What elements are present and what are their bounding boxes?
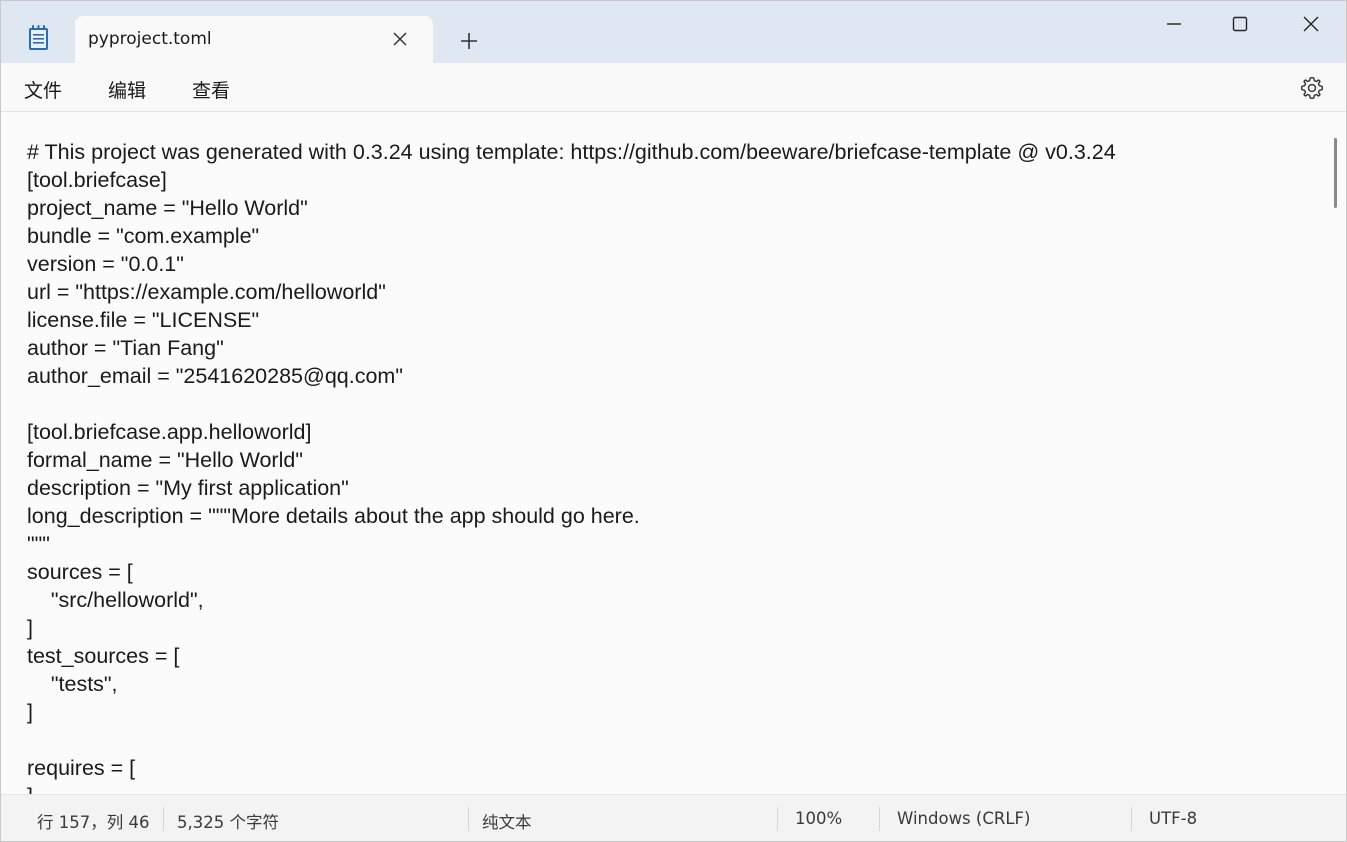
minimize-icon[interactable]: [1159, 11, 1189, 37]
code-line[interactable]: long_description = """More details about…: [27, 502, 1116, 530]
status-zoom[interactable]: 100%: [795, 809, 842, 828]
menu-view[interactable]: 查看: [192, 76, 230, 103]
status-line-ending[interactable]: Windows (CRLF): [897, 809, 1030, 828]
tab-pyproject-toml[interactable]: pyproject.toml: [75, 16, 433, 63]
code-line[interactable]: author_email = "2541620285@qq.com": [27, 362, 1116, 390]
code-line[interactable]: sources = [: [27, 558, 1116, 586]
status-bar: 行 157，列 46 5,325 个字符 纯文本 100% Windows (C…: [1, 794, 1346, 841]
code-line[interactable]: version = "0.0.1": [27, 250, 1116, 278]
notepad-window: pyproject.toml 文件 编辑 查看 # This project w…: [0, 0, 1347, 842]
plus-icon[interactable]: [456, 28, 482, 54]
text-editor[interactable]: # This project was generated with 0.3.24…: [1, 112, 1346, 794]
code-line[interactable]: # This project was generated with 0.3.24…: [27, 138, 1116, 166]
code-line[interactable]: [27, 726, 1116, 754]
code-line[interactable]: ]: [27, 614, 1116, 642]
status-cursor-position[interactable]: 行 157，列 46: [37, 809, 149, 833]
code-line[interactable]: formal_name = "Hello World": [27, 446, 1116, 474]
gear-icon[interactable]: [1299, 75, 1325, 101]
code-line[interactable]: url = "https://example.com/helloworld": [27, 278, 1116, 306]
code-line[interactable]: "src/helloworld",: [27, 586, 1116, 614]
status-divider: [777, 807, 778, 831]
code-line[interactable]: bundle = "com.example": [27, 222, 1116, 250]
code-line[interactable]: [tool.briefcase.app.helloworld]: [27, 418, 1116, 446]
maximize-icon[interactable]: [1225, 11, 1255, 37]
notepad-icon: [28, 25, 50, 51]
status-divider: [468, 807, 469, 831]
code-line[interactable]: ]: [27, 698, 1116, 726]
code-line[interactable]: license.file = "LICENSE": [27, 306, 1116, 334]
title-bar[interactable]: pyproject.toml: [1, 1, 1346, 63]
close-icon[interactable]: [388, 27, 412, 51]
status-char-count: 5,325 个字符: [177, 813, 279, 832]
menu-file[interactable]: 文件: [24, 76, 62, 103]
status-encoding[interactable]: UTF-8: [1149, 809, 1197, 828]
code-line[interactable]: [27, 390, 1116, 418]
code-line[interactable]: "tests",: [27, 670, 1116, 698]
code-line[interactable]: ]: [27, 782, 1116, 794]
code-line[interactable]: description = "My first application": [27, 474, 1116, 502]
status-format: 纯文本: [482, 813, 532, 832]
tab-title: pyproject.toml: [88, 29, 212, 49]
status-divider: [879, 807, 880, 831]
code-line[interactable]: requires = [: [27, 754, 1116, 782]
editor-content[interactable]: # This project was generated with 0.3.24…: [27, 138, 1116, 794]
code-line[interactable]: project_name = "Hello World": [27, 194, 1116, 222]
code-line[interactable]: test_sources = [: [27, 642, 1116, 670]
menu-edit[interactable]: 编辑: [108, 76, 146, 103]
vertical-scrollbar[interactable]: [1334, 138, 1337, 208]
code-line[interactable]: author = "Tian Fang": [27, 334, 1116, 362]
code-line[interactable]: [tool.briefcase]: [27, 166, 1116, 194]
menu-bar: 文件 编辑 查看: [1, 63, 1346, 112]
status-divider: [163, 807, 164, 831]
status-divider: [1131, 807, 1132, 831]
code-line[interactable]: """: [27, 530, 1116, 558]
close-window-icon[interactable]: [1296, 11, 1326, 37]
